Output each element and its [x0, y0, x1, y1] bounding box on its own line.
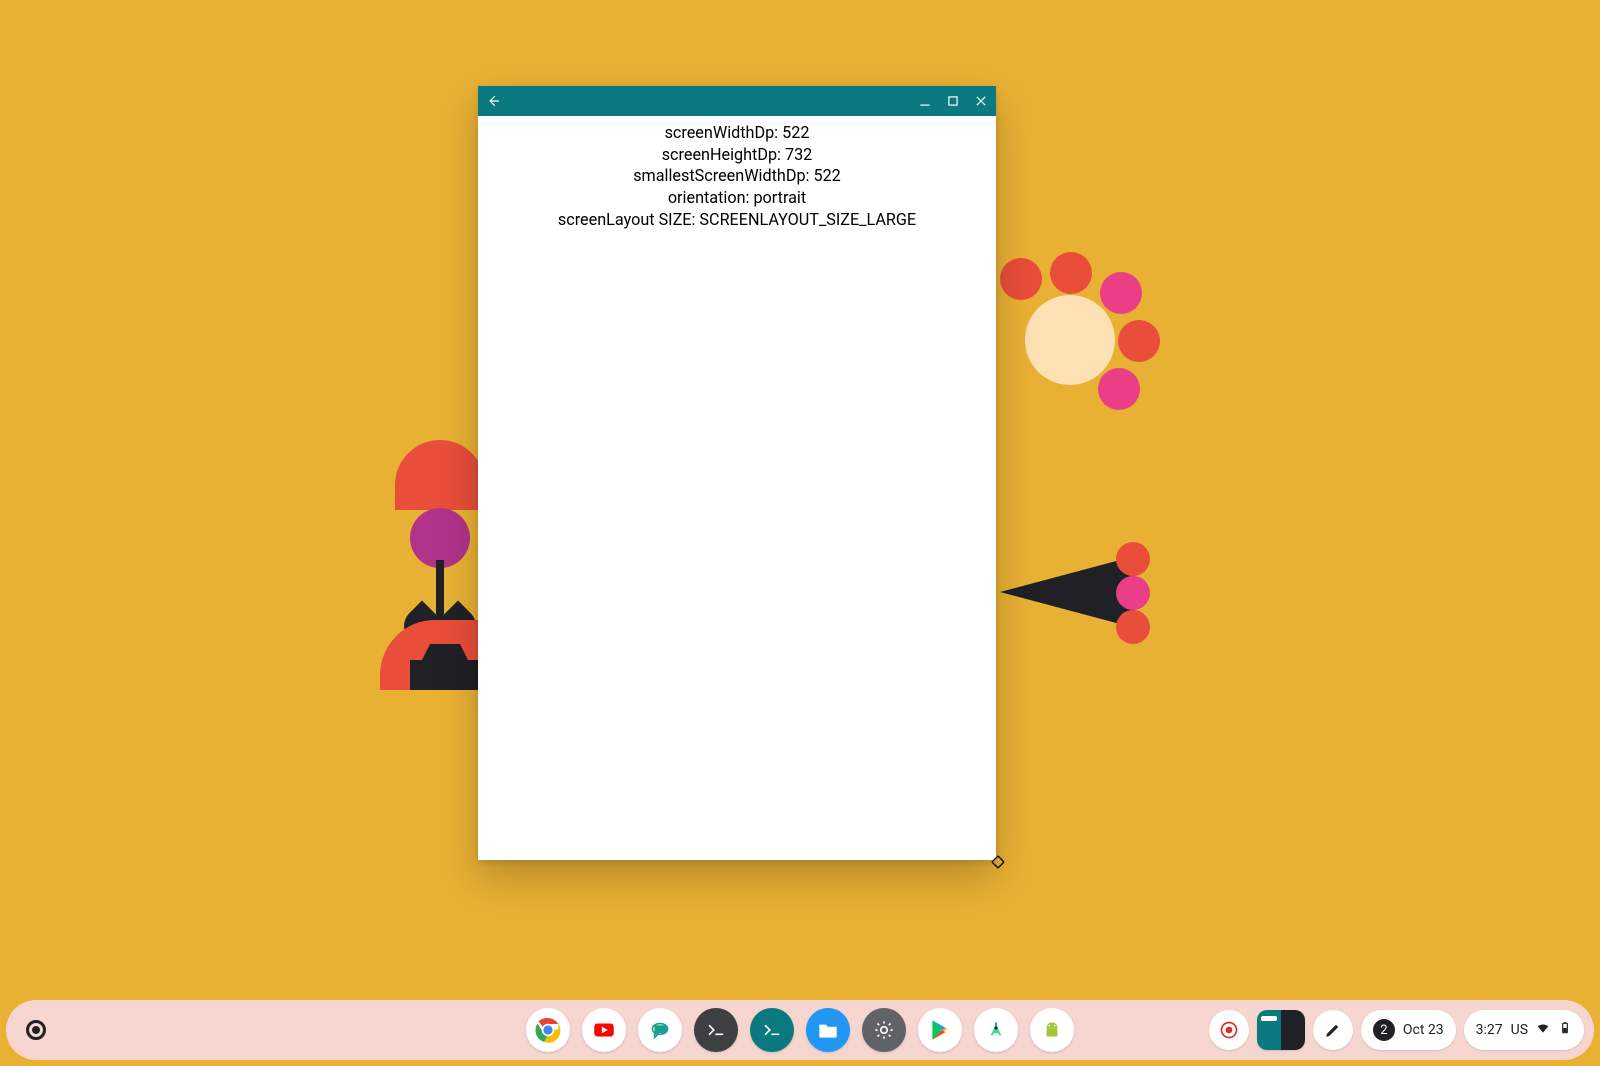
config-line: screenHeightDp: 732 — [478, 144, 996, 166]
running-app-thumbnail[interactable] — [1257, 1010, 1305, 1050]
shelf: 2 Oct 23 3:27 US — [6, 1000, 1594, 1060]
window-titlebar[interactable] — [478, 86, 996, 116]
shelf-app-play-store[interactable] — [918, 1008, 962, 1052]
shelf-app-youtube[interactable] — [582, 1008, 626, 1052]
config-line: screenLayout SIZE: SCREENLAYOUT_SIZE_LAR… — [478, 209, 996, 231]
screen-record-icon[interactable] — [1209, 1010, 1249, 1050]
status-keyboard: US — [1511, 1022, 1528, 1038]
shelf-app-chrome[interactable] — [526, 1008, 570, 1052]
launcher-button[interactable] — [16, 1010, 56, 1050]
maximize-icon[interactable] — [946, 94, 960, 108]
wallpaper-pot — [410, 660, 480, 690]
app-content: screenWidthDp: 522 screenHeightDp: 732 s… — [478, 116, 996, 860]
wallpaper-cone — [1000, 540, 1140, 640]
shelf-app-android-debug[interactable] — [1030, 1008, 1074, 1052]
shelf-app-terminal[interactable] — [694, 1008, 738, 1052]
config-line: orientation: portrait — [478, 187, 996, 209]
battery-icon — [1558, 1021, 1572, 1039]
shelf-app-settings[interactable] — [862, 1008, 906, 1052]
back-icon[interactable] — [486, 94, 500, 108]
config-line: screenWidthDp: 522 — [478, 122, 996, 144]
resize-handle-icon[interactable] — [990, 854, 1006, 870]
shelf-app-android-studio[interactable] — [974, 1008, 1018, 1052]
shelf-app-messages[interactable] — [638, 1008, 682, 1052]
wallpaper-flower — [990, 260, 1150, 420]
android-app-window: screenWidthDp: 522 screenHeightDp: 732 s… — [478, 86, 996, 860]
minimize-icon[interactable] — [918, 94, 932, 108]
notifications-pill[interactable]: 2 Oct 23 — [1361, 1010, 1456, 1050]
shelf-app-icons — [526, 1008, 1074, 1052]
quick-settings-pill[interactable]: 3:27 US — [1464, 1010, 1584, 1050]
config-line: smallestScreenWidthDp: 522 — [478, 165, 996, 187]
wifi-icon — [1536, 1021, 1550, 1039]
notification-count: 2 — [1373, 1019, 1395, 1041]
shelf-status-area: 2 Oct 23 3:27 US — [1209, 1010, 1584, 1050]
close-icon[interactable] — [974, 94, 988, 108]
shelf-app-files[interactable] — [806, 1008, 850, 1052]
stylus-tools-icon[interactable] — [1313, 1010, 1353, 1050]
shelf-app-linux-terminal[interactable] — [750, 1008, 794, 1052]
status-date: Oct 23 — [1403, 1022, 1444, 1038]
status-time: 3:27 — [1476, 1022, 1503, 1038]
